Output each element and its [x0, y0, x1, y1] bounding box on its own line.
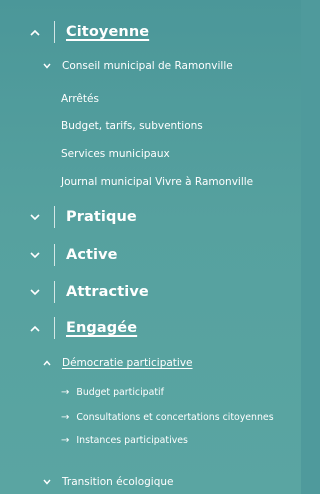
- chevron-up-icon[interactable]: [38, 354, 56, 372]
- separator: [54, 281, 55, 303]
- arrow-right-icon: →: [61, 387, 70, 398]
- chevron-up-icon[interactable]: [26, 319, 44, 337]
- separator: [54, 244, 55, 266]
- link-budget-tarifs-subventions[interactable]: Budget, tarifs, subventions: [61, 120, 203, 132]
- link-label[interactable]: Consultations et concertations citoyenne…: [76, 412, 273, 423]
- link-label[interactable]: Budget participatif: [76, 387, 164, 398]
- chevron-down-icon[interactable]: [26, 208, 44, 226]
- submenu-democratie-participative[interactable]: Démocratie participative: [38, 354, 193, 372]
- link-journal-municipal[interactable]: Journal municipal Vivre à Ramonville: [61, 176, 253, 188]
- menu-item-label[interactable]: Attractive: [66, 284, 149, 300]
- menu-item-label[interactable]: Engagée: [66, 320, 137, 336]
- arrow-right-icon: →: [61, 412, 70, 423]
- chevron-down-icon[interactable]: [26, 283, 44, 301]
- submenu-label[interactable]: Conseil municipal de Ramonville: [62, 60, 233, 72]
- submenu-conseil-municipal[interactable]: Conseil municipal de Ramonville: [38, 57, 233, 75]
- separator: [54, 206, 55, 228]
- chevron-up-icon[interactable]: [26, 23, 44, 41]
- menu-item-label[interactable]: Citoyenne: [66, 24, 149, 40]
- submenu-label[interactable]: Démocratie participative: [62, 357, 193, 369]
- link-instances-participatives[interactable]: → Instances participatives: [61, 435, 188, 446]
- menu-item-pratique[interactable]: Pratique: [26, 202, 137, 232]
- menu-item-label[interactable]: Pratique: [66, 209, 137, 225]
- submenu-label[interactable]: Transition écologique: [62, 476, 173, 488]
- navigation-menu: Citoyenne Conseil municipal de Ramonvill…: [0, 0, 301, 494]
- chevron-down-icon[interactable]: [38, 473, 56, 491]
- submenu-transition-ecologique[interactable]: Transition écologique: [38, 473, 173, 491]
- menu-item-attractive[interactable]: Attractive: [26, 277, 149, 307]
- chevron-down-icon[interactable]: [38, 57, 56, 75]
- menu-item-engagee[interactable]: Engagée: [26, 313, 137, 343]
- link-services-municipaux[interactable]: Services municipaux: [61, 148, 170, 160]
- menu-item-label[interactable]: Active: [66, 247, 118, 263]
- menu-item-active[interactable]: Active: [26, 240, 118, 270]
- link-arretes[interactable]: Arrêtés: [61, 93, 99, 105]
- link-label[interactable]: Instances participatives: [76, 435, 188, 446]
- link-budget-participatif[interactable]: → Budget participatif: [61, 387, 164, 398]
- chevron-down-icon[interactable]: [26, 246, 44, 264]
- arrow-right-icon: →: [61, 435, 70, 446]
- separator: [54, 317, 55, 339]
- separator: [54, 21, 55, 43]
- menu-item-citoyenne[interactable]: Citoyenne: [26, 17, 149, 47]
- link-consultations-concertations[interactable]: → Consultations et concertations citoyen…: [61, 412, 274, 423]
